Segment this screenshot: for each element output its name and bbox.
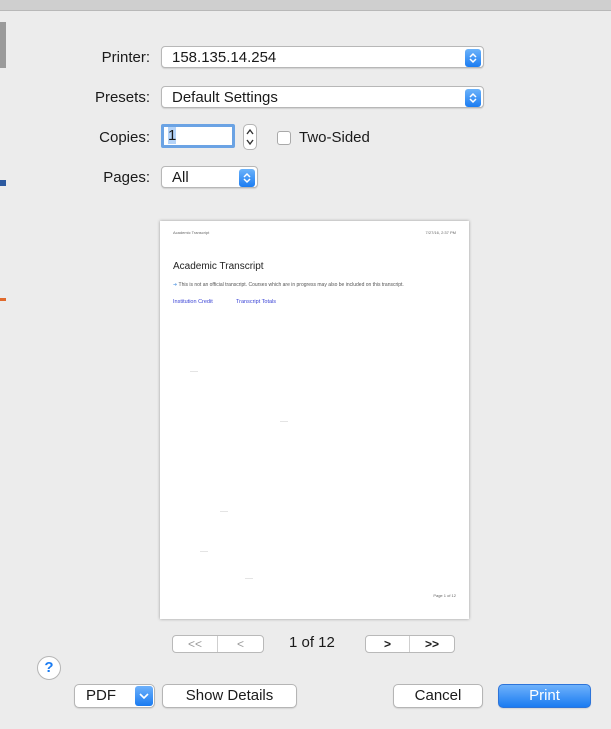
printer-label: Printer:: [101, 49, 150, 66]
page-preview: Academic Transcript 7/27/16, 2:37 PM Aca…: [160, 221, 469, 619]
pager-back-group: << <: [172, 635, 264, 653]
chevron-down-icon: [135, 686, 153, 706]
presets-value: Default Settings: [172, 89, 278, 106]
pager-forward-group: > >>: [365, 635, 455, 653]
chevron-updown-icon: [465, 49, 481, 67]
pages-value: All: [172, 169, 189, 186]
preview-speck: [190, 371, 198, 372]
help-button[interactable]: ?: [37, 656, 61, 680]
preview-note-text: This is not an official transcript. Cour…: [178, 282, 404, 288]
copies-label: Copies:: [99, 129, 150, 146]
two-sided-label: Two-Sided: [299, 129, 370, 146]
preview-link-institution-credit: Institution Credit: [173, 299, 213, 305]
preview-speck: [220, 511, 228, 512]
preview-footer: Page 1 of 12: [433, 593, 456, 598]
last-page-button[interactable]: >>: [410, 636, 454, 652]
background-window-edge: [0, 298, 6, 301]
chevron-updown-icon: [465, 89, 481, 107]
print-button[interactable]: Print: [498, 684, 591, 708]
pages-select[interactable]: All: [161, 166, 258, 188]
previous-page-button[interactable]: <: [218, 636, 263, 652]
copies-value: 1: [168, 127, 177, 144]
preview-speck: [245, 578, 253, 579]
presets-select[interactable]: Default Settings: [161, 86, 484, 108]
window-top-bar: [0, 0, 611, 11]
printer-select[interactable]: 158.135.14.254: [161, 46, 484, 68]
preview-header-left: Academic Transcript: [173, 230, 210, 235]
preview-header-right: 7/27/16, 2:37 PM: [425, 230, 456, 235]
show-details-button[interactable]: Show Details: [162, 684, 297, 708]
first-page-button[interactable]: <<: [173, 636, 218, 652]
pdf-menu-button[interactable]: PDF: [74, 684, 155, 708]
pdf-label: PDF: [86, 687, 116, 704]
preview-link-transcript-totals: Transcript Totals: [236, 299, 277, 305]
cancel-button[interactable]: Cancel: [393, 684, 483, 708]
copies-input[interactable]: 1: [161, 124, 235, 148]
two-sided-checkbox[interactable]: [277, 131, 291, 145]
next-page-button[interactable]: >: [366, 636, 410, 652]
preview-title: Academic Transcript: [173, 261, 264, 272]
info-icon: ➜: [173, 282, 178, 288]
preview-speck: [280, 421, 288, 422]
printer-value: 158.135.14.254: [172, 49, 277, 66]
preview-note: ➜ This is not an official transcript. Co…: [173, 282, 404, 288]
copies-stepper[interactable]: [243, 124, 257, 150]
chevron-updown-icon: [239, 169, 255, 187]
preview-speck: [200, 551, 208, 552]
pages-label: Pages:: [103, 169, 150, 186]
page-indicator: 1 of 12: [289, 634, 335, 651]
presets-label: Presets:: [94, 89, 150, 106]
